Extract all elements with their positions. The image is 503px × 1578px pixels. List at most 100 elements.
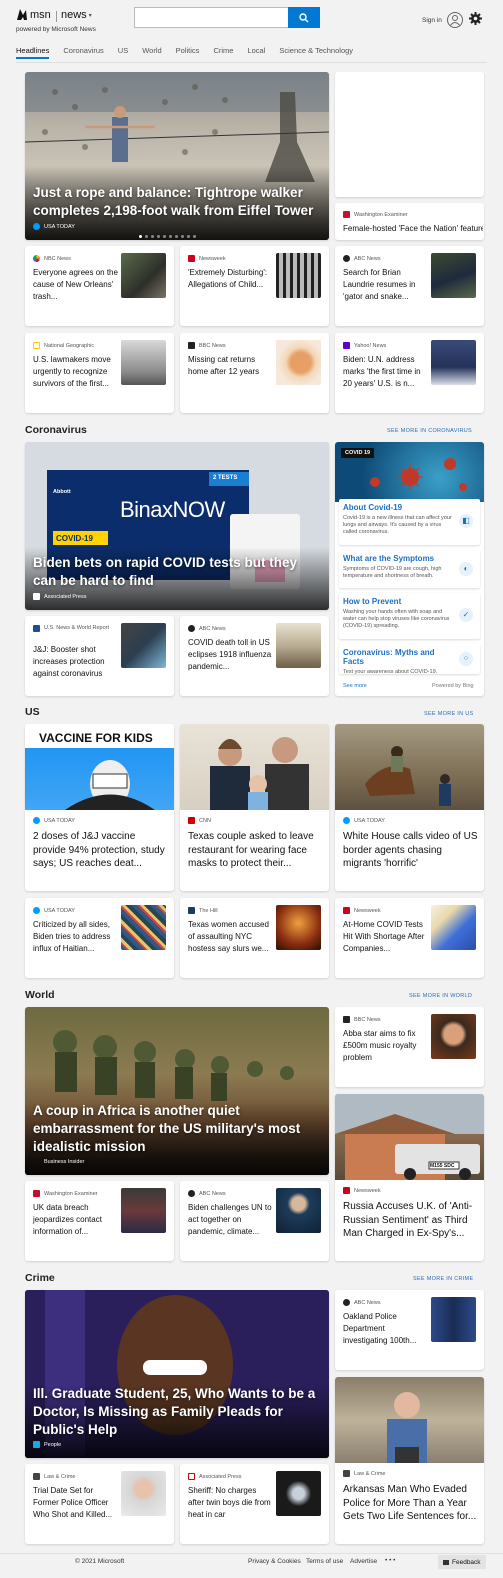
card-source-name: BBC News [354,1016,381,1023]
news-card[interactable]: Newsweek 'Extremely Disturbing': Allegat… [180,246,329,326]
quiz-icon: ⁘ [459,652,473,666]
ap-logo [188,1473,195,1480]
carousel-dots[interactable] [139,235,196,238]
hero-card[interactable]: Just a rope and balance: Tightrope walke… [25,72,329,240]
news-card[interactable]: National Geographic U.S. lawmakers move … [25,333,174,413]
card-image [335,1377,484,1463]
news-card[interactable]: NBC News Everyone agrees on the cause of… [25,246,174,326]
news-card[interactable]: USA TODAY Criticized by all sides, Biden… [25,898,174,978]
card-source: Law & Crime [343,1470,385,1477]
cnn-logo [188,817,195,824]
card-source-name: USA TODAY [44,907,75,914]
big-news-card[interactable]: M155 SDC Newsweek Russia Accuses U.K. of… [335,1094,484,1261]
section-switcher[interactable]: news ▾ [61,9,92,21]
search-button[interactable] [288,7,320,28]
news-card[interactable]: Yahoo! News Biden: U.N. address marks 't… [335,333,484,413]
coronavirus-hero-card[interactable]: BinaxNOW 2 TESTS COVID-19 Abbott Biden b… [25,442,329,610]
tab-us[interactable]: US [118,46,128,59]
tab-crime[interactable]: Crime [213,46,233,59]
big-news-card[interactable]: Law & Crime Arkansas Man Who Evaded Poli… [335,1377,484,1544]
news-card[interactable]: ABC News Biden challenges UN to act toge… [180,1181,329,1261]
see-more-us[interactable]: SEE MORE IN US [424,711,473,717]
hero-title: Just a rope and balance: Tightrope walke… [33,185,314,218]
news-card[interactable]: BBC News Missing cat returns home after … [180,333,329,413]
covid-item-myths[interactable]: Coronavirus: Myths and Facts Test your a… [339,644,480,675]
avatar-icon[interactable] [447,12,463,28]
feedback-button[interactable]: Feedback [438,1555,486,1569]
card-source-name: Law & Crime [354,1470,386,1477]
search-input[interactable] [134,7,288,28]
covid-item-body: Symptoms of COVID-19 are cough, high tem… [343,566,442,579]
news-card[interactable]: ABC News Oakland Police Department inves… [335,1290,484,1370]
news-card[interactable]: ABC News COVID death toll in US eclipses… [180,616,329,696]
search-box[interactable] [134,7,320,28]
news-card[interactable]: Newsweek At-Home COVID Tests Hit With Sh… [335,898,484,978]
news-card[interactable]: Law & Crime Trial Date Set for Former Po… [25,1464,174,1544]
side-story-title: Female-hosted 'Face the Nation' feature.… [343,224,483,233]
big-news-card[interactable]: VACCINE FOR KIDS USA TODAY 2 doses of J&… [25,724,174,891]
tab-local[interactable]: Local [247,46,265,59]
card-thumbnail [276,905,321,950]
world-hero-title: A coup in Africa is another quiet embarr… [33,1103,301,1154]
tab-science-technology[interactable]: Science & Technology [279,46,353,59]
card-source-name: USA TODAY [354,817,385,824]
gear-icon[interactable] [469,12,482,25]
signin-link[interactable]: Sign in [422,17,442,24]
card-source-name: NBC News [44,255,71,262]
covid-badge: COVID 19 [341,448,375,458]
tab-world[interactable]: World [142,46,161,59]
card-source: CNN [188,817,211,824]
more-icon[interactable]: • • • [385,1557,395,1564]
big-news-card[interactable]: CNN Texas couple asked to leave restaura… [180,724,329,891]
covid-item-prevent[interactable]: How to Prevent Washing your hands often … [339,593,480,639]
covid-item-symptoms[interactable]: What are the Symptoms Symptoms of COVID-… [339,550,480,588]
hero-source-name: USA TODAY [44,223,75,230]
tests-label: 2 TESTS [213,475,238,481]
footer-link-terms[interactable]: Terms of use [306,1558,343,1565]
world-hero-card[interactable]: A coup in Africa is another quiet embarr… [25,1007,329,1175]
hero-source: Associated Press [33,593,87,600]
card-title: 2 doses of J&J vaccine provide 94% prote… [33,831,165,869]
card-title: COVID death toll in US eclipses 1918 inf… [188,638,272,671]
news-card[interactable]: ABC News Search for Brian Laundrie resum… [335,246,484,326]
card-title: Texas couple asked to leave restaurant f… [188,831,314,869]
footer-link-advertise[interactable]: Advertise [350,1558,377,1565]
abbott-label: Abbott [53,489,71,495]
news-card[interactable]: U.S. News & World Report J&J: Booster sh… [25,616,174,696]
the-hill-logo [188,907,195,914]
card-source-name: ABC News [199,1190,226,1197]
msn-logo[interactable]: msn [16,8,51,21]
see-more-world[interactable]: SEE MORE IN WORLD [409,993,472,999]
side-story-source: Washington Examiner [343,211,408,218]
tab-headlines[interactable]: Headlines [16,46,50,59]
tab-politics[interactable]: Politics [176,46,200,59]
usnews-logo [33,625,40,632]
card-source-name: National Geographic [44,342,95,349]
nbc-logo [33,255,40,262]
tab-coronavirus[interactable]: Coronavirus [63,46,103,59]
card-thumbnail [276,340,321,385]
card-thumbnail [121,1471,166,1516]
news-card[interactable]: Associated Press Sheriff: No charges aft… [180,1464,329,1544]
card-title: 'Extremely Disturbing': Allegations of C… [188,268,268,289]
abc-logo [188,625,195,632]
card-thumbnail [121,905,166,950]
coronavirus-hero-title: Biden bets on rapid COVID tests but they… [33,555,298,588]
news-card[interactable]: BBC News Abba star aims to fix £500m mus… [335,1007,484,1087]
big-news-card[interactable]: USA TODAY White House calls video of US … [335,724,484,891]
covid-item-about[interactable]: About Covid-19 Covid-19 is a new illness… [339,499,480,545]
covid-item-body: Test your awareness about COVID-19. [343,669,438,675]
hero-source: People [33,1441,61,1448]
see-more-coronavirus[interactable]: SEE MORE IN CORONAVIRUS [387,428,472,434]
image-caption: VACCINE FOR KIDS [39,731,153,745]
news-card[interactable]: Washington Examiner UK data breach jeopa… [25,1181,174,1261]
card-source: Law & Crime [33,1473,75,1480]
card-source: ABC News [188,625,226,632]
crime-hero-card[interactable]: Ill. Graduate Student, 25, Who Wants to … [25,1290,329,1458]
side-story-card[interactable]: Washington Examiner Female-hosted 'Face … [335,203,484,240]
news-card[interactable]: The Hill Texas women accused of assaulti… [180,898,329,978]
see-more-crime[interactable]: SEE MORE IN CRIME [413,1276,473,1282]
section-name: news [61,9,87,21]
covid-see-more[interactable]: See more [343,683,367,689]
footer-link-privacy[interactable]: Privacy & Cookies [248,1558,301,1565]
